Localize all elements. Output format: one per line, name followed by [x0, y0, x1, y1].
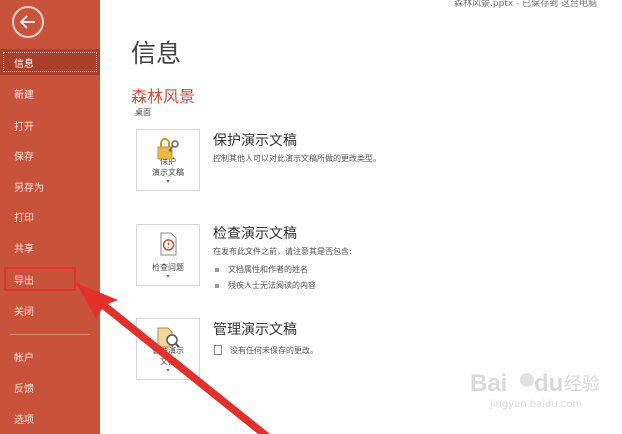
page-title: 信息	[131, 39, 182, 68]
sidebar-item-info[interactable]: 信息	[0, 49, 100, 75]
document-location: 桌面	[135, 108, 151, 117]
chevron-down-icon: ▾	[166, 273, 170, 280]
list-item: 残疾人士无法阅读的内容	[215, 280, 316, 291]
sidebar-item-new[interactable]: 新建	[0, 80, 100, 106]
protect-presentation-button[interactable]: 保护 演示文稿 ▾	[136, 129, 200, 191]
sidebar-item-account[interactable]: 帐户	[0, 343, 100, 369]
inspect-section-title: 检查演示文稿	[213, 226, 297, 242]
bullet-icon	[215, 267, 219, 272]
arrow-left-icon	[20, 15, 35, 29]
inspect-document-icon	[160, 232, 177, 256]
manage-document-search-icon	[157, 327, 180, 348]
document-name: 森林风景	[131, 87, 196, 106]
export-highlight-box	[4, 267, 76, 291]
backstage-sidebar: 信息 新建 打开 保存 另存为 打印 共享 导出 关闭 帐户 反馈 选项	[0, 0, 100, 434]
sidebar-item-options[interactable]: 选项	[0, 405, 100, 431]
file-status-text: 森林风景.pptx - 已保存到 这台电脑	[454, 0, 597, 9]
protect-section-title: 保护演示文稿	[213, 133, 297, 149]
back-button[interactable]	[12, 6, 44, 38]
sidebar-item-feedback[interactable]: 反馈	[0, 374, 100, 400]
svg-text:Bai: Bai	[470, 370, 507, 397]
inspect-tile-label: 检查问题	[152, 263, 184, 272]
svg-text:经验: 经验	[564, 374, 600, 395]
sidebar-item-save-as[interactable]: 另存为	[0, 173, 100, 199]
svg-text:jingyan.baidu.com: jingyan.baidu.com	[489, 399, 582, 410]
manage-section-description: 没有任何未保存的更改。	[230, 346, 318, 355]
chevron-down-icon: ▾	[166, 367, 170, 374]
sidebar-item-close[interactable]: 关闭	[0, 297, 100, 323]
chevron-down-icon: ▾	[166, 178, 170, 185]
sidebar-item-print[interactable]: 打印	[0, 203, 100, 229]
sidebar-item-open[interactable]: 打开	[0, 112, 100, 138]
manage-presentation-button[interactable]: 管理演示 文稿 ▾	[136, 318, 200, 380]
check-issues-button[interactable]: 检查问题 ▾	[136, 224, 200, 286]
manage-section-title: 管理演示文稿	[213, 322, 297, 338]
sidebar-item-save[interactable]: 保存	[0, 142, 100, 168]
sidebar-item-share[interactable]: 共享	[0, 234, 100, 260]
bullet-icon	[215, 283, 219, 288]
svg-text:du: du	[534, 370, 563, 397]
lock-key-icon	[157, 138, 179, 160]
inspect-section-description: 在发布此文件之前，请注意其是否包含:	[213, 247, 352, 256]
list-item: 文档属性和作者的姓名	[215, 264, 308, 275]
sidebar-divider	[10, 334, 90, 335]
baidu-jingyan-watermark: Bai du 经验 jingyan.baidu.com	[470, 363, 610, 413]
document-icon	[214, 345, 222, 355]
protect-section-description: 控制其他人可以对此演示文稿所做的更改类型。	[213, 154, 381, 163]
